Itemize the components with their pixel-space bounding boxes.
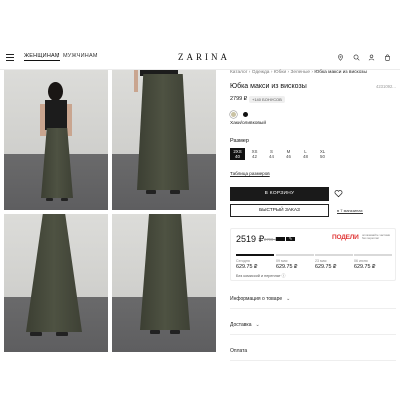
location-icon[interactable] bbox=[337, 54, 344, 61]
size-table-link[interactable]: Таблица размеров bbox=[230, 171, 270, 176]
product-photo-back[interactable] bbox=[112, 214, 216, 352]
accordion-payment[interactable]: Оплата bbox=[230, 348, 396, 361]
selected-color-name: Хаки/оливковый bbox=[230, 121, 267, 126]
site-header: ЖЕНЩИНАМ | МУЖЧИНАМ ZARINA bbox=[0, 46, 400, 70]
chevron-down-icon: ⌄ bbox=[255, 322, 260, 328]
payment-step: 06 июня 629.75 ₽ bbox=[354, 254, 392, 270]
size-option[interactable]: L 48 bbox=[298, 148, 313, 160]
accordion-delivery[interactable]: Доставка ⌄ bbox=[230, 322, 396, 335]
breadcrumb-item[interactable]: Одежда bbox=[252, 70, 270, 75]
search-icon[interactable] bbox=[353, 54, 360, 61]
accordion-product-info[interactable]: Информация о товаре ⌄ bbox=[230, 296, 396, 309]
product-photo-side[interactable] bbox=[4, 214, 108, 352]
product-photo-front[interactable] bbox=[4, 70, 108, 210]
size-option[interactable]: XS 42 bbox=[247, 148, 262, 160]
nav-men[interactable]: МУЖЧИНАМ bbox=[63, 53, 98, 59]
color-swatch-khaki[interactable] bbox=[231, 112, 236, 117]
breadcrumb: Каталог › Одежда › Юбки › Зеленые › Юбка… bbox=[230, 70, 367, 75]
add-to-cart-button[interactable]: В КОРЗИНУ bbox=[230, 187, 329, 201]
split-bar-icon bbox=[276, 237, 285, 241]
chevron-down-icon: ⌄ bbox=[286, 296, 291, 302]
breadcrumb-item[interactable]: Зеленые bbox=[290, 70, 310, 75]
menu-icon[interactable] bbox=[6, 54, 14, 61]
nav-separator: | bbox=[57, 53, 59, 59]
stores-availability-link[interactable]: в 7 магазинах bbox=[337, 208, 363, 214]
breadcrumb-current: Юбка макси из вискозы bbox=[314, 70, 367, 75]
payment-step: 23 мая 629.75 ₽ bbox=[315, 254, 353, 270]
size-selector: 2XS 40 XS 42 S 44 M 46 L 48 XL 50 bbox=[230, 148, 330, 160]
payment-step: 09 мая 629.75 ₽ bbox=[276, 254, 314, 270]
bonus-badge: +140 БОНУСОВ bbox=[249, 96, 285, 103]
size-option[interactable]: 2XS 40 bbox=[230, 148, 245, 160]
cart-icon[interactable] bbox=[384, 54, 391, 61]
payment-step: Сегодня 629.75 ₽ bbox=[236, 254, 274, 270]
quick-order-button[interactable]: БЫСТРЫЙ ЗАКАЗ bbox=[230, 204, 329, 217]
nav-women[interactable]: ЖЕНЩИНАМ bbox=[24, 53, 60, 61]
size-option[interactable]: XL 50 bbox=[315, 148, 330, 160]
product-article: 4231092... bbox=[376, 84, 396, 89]
user-icon[interactable] bbox=[368, 54, 375, 61]
favorite-icon[interactable] bbox=[334, 189, 343, 198]
no-fee-note: Без комиссий и переплат ⓘ bbox=[236, 274, 286, 278]
color-swatch-black[interactable] bbox=[243, 112, 248, 117]
logo[interactable]: ZARINA bbox=[178, 52, 230, 62]
split-caption: оплачивайте частями без переплат bbox=[362, 233, 391, 240]
info-icon: ⓘ bbox=[281, 274, 286, 278]
split-price: 2519 ₽ bbox=[236, 234, 265, 244]
size-label: Размер bbox=[230, 138, 249, 144]
breadcrumb-item[interactable]: Юбки bbox=[274, 70, 286, 75]
split-logo: ПОДЕЛИ bbox=[332, 234, 359, 241]
split-toggle-icon[interactable]: ✎ bbox=[286, 237, 295, 241]
product-title: Юбка макси из вискозы bbox=[230, 83, 307, 90]
breadcrumb-item[interactable]: Каталог bbox=[230, 70, 247, 75]
product-photo-waist[interactable] bbox=[112, 70, 216, 210]
size-option[interactable]: M 46 bbox=[281, 148, 296, 160]
size-option[interactable]: S 44 bbox=[264, 148, 279, 160]
product-price: 2799 ₽ bbox=[230, 96, 248, 102]
